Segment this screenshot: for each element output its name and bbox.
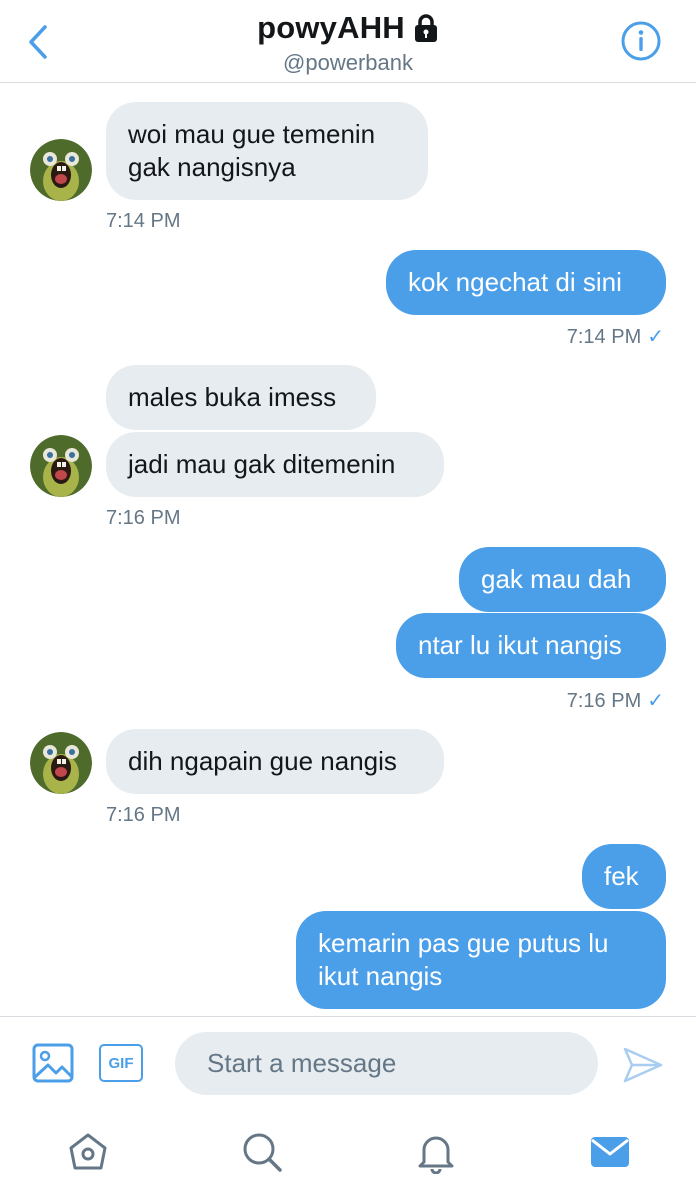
message-composer: GIF [0, 1016, 696, 1112]
notifications-icon[interactable] [414, 1130, 458, 1174]
incoming-message[interactable]: dih ngapain gue nangis [106, 729, 444, 794]
message-timestamp: 7:16 PM [106, 804, 181, 826]
read-check-icon: ✓ [647, 690, 664, 712]
outgoing-message[interactable]: kok ngechat di sini [386, 250, 666, 315]
message-input[interactable] [175, 1032, 598, 1095]
user-handle: @powerbank [283, 50, 413, 75]
message-line: gak nangisnya [128, 152, 296, 182]
header-title-group: powyAHH @powerbank [0, 10, 696, 76]
avatar[interactable] [30, 732, 92, 794]
conversation-header: powyAHH @powerbank [0, 0, 696, 83]
outgoing-message[interactable]: fek [582, 844, 666, 909]
message-timestamp: 7:16 PM ✓ [567, 688, 664, 713]
home-icon[interactable] [66, 1130, 110, 1174]
timestamp-text: 7:16 PM [566, 690, 642, 712]
timestamp-text: 7:14 PM [566, 326, 642, 348]
message-timestamp: 7:16 PM [106, 507, 181, 529]
message-line: kemarin pas gue putus lu [318, 928, 609, 958]
avatar-image [30, 435, 92, 497]
info-icon[interactable] [620, 20, 662, 62]
messages-icon[interactable] [588, 1130, 632, 1174]
page-title: powyAHH [257, 10, 405, 45]
read-check-icon: ✓ [647, 326, 664, 348]
message-timestamp: 7:14 PM [106, 210, 181, 232]
message-line: woi mau gue temenin [128, 119, 376, 149]
message-timestamp: 7:14 PM ✓ [567, 324, 664, 349]
search-icon[interactable] [240, 1130, 284, 1174]
gif-button[interactable]: GIF [99, 1044, 143, 1082]
avatar[interactable] [30, 139, 92, 201]
incoming-message[interactable]: jadi mau gak ditemenin [106, 432, 444, 497]
lock-icon [414, 14, 437, 42]
avatar-image [30, 139, 92, 201]
outgoing-message[interactable]: gak mau dah [459, 547, 666, 612]
outgoing-message[interactable]: kemarin pas gue putus lu ikut nangis [296, 911, 666, 1009]
bottom-tab-bar [0, 1112, 696, 1200]
send-icon[interactable] [622, 1045, 664, 1085]
incoming-message[interactable]: woi mau gue temenin gak nangisnya [106, 102, 428, 200]
image-icon[interactable] [32, 1043, 74, 1083]
avatar-image [30, 732, 92, 794]
message-thread[interactable]: woi mau gue temenin gak nangisnya 7:14 P… [0, 84, 696, 1016]
avatar[interactable] [30, 435, 92, 497]
outgoing-message[interactable]: ntar lu ikut nangis [396, 613, 666, 678]
incoming-message[interactable]: males buka imess [106, 365, 376, 430]
message-line: ikut nangis [318, 961, 443, 991]
